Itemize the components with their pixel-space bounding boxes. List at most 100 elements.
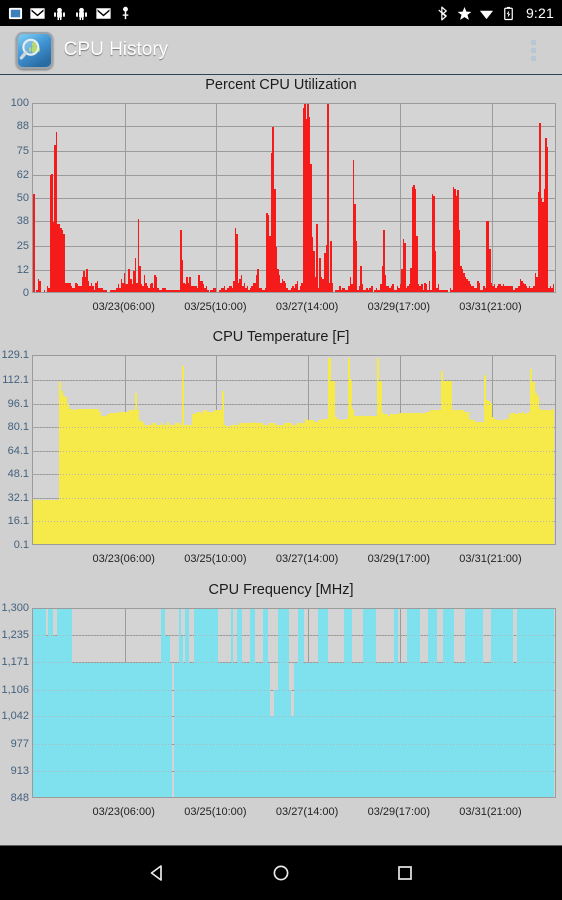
horizontal-gridline-overlay	[33, 450, 555, 452]
horizontal-gridline-overlay	[33, 635, 555, 637]
bar	[105, 290, 108, 292]
gmail-icon	[30, 7, 45, 19]
x-axis-tick-label: 03/29(17:00)	[367, 553, 430, 565]
overflow-dot	[531, 47, 536, 53]
x-axis-tick-label: 03/25(10:00)	[184, 553, 247, 565]
horizontal-gridline-overlay	[33, 689, 555, 691]
recents-square-icon	[398, 866, 412, 880]
bar	[207, 290, 209, 292]
horizontal-gridline-overlay	[33, 716, 555, 718]
plot-area	[32, 103, 556, 293]
horizontal-gridline-overlay	[33, 521, 555, 523]
y-axis-tick-label: 16.1	[7, 515, 29, 528]
horizontal-gridline-overlay	[33, 497, 555, 499]
status-bar-clock: 9:21	[525, 5, 554, 21]
horizontal-gridline-overlay	[33, 662, 555, 664]
bar	[33, 194, 35, 292]
bar	[370, 286, 373, 292]
overflow-dot	[531, 55, 536, 61]
status-bar-system-icons: 9:21	[435, 5, 554, 21]
bar	[169, 662, 172, 797]
horizontal-gridline-overlay	[33, 770, 555, 772]
status-bar-notification-icons	[8, 6, 435, 21]
y-axis-tick-label: 0	[22, 287, 29, 299]
bar	[551, 408, 554, 544]
back-button[interactable]	[134, 850, 180, 896]
y-axis-tick-label: 25	[16, 239, 29, 252]
y-axis-tick-label: 64.1	[7, 444, 29, 457]
overflow-menu-button[interactable]	[525, 34, 542, 67]
screenshot-icon	[8, 7, 23, 19]
bar	[214, 288, 217, 292]
x-axis-tick-label: 03/29(17:00)	[367, 806, 430, 818]
x-axis-tick-label: 03/23(06:00)	[92, 553, 155, 565]
overflow-dot	[531, 39, 536, 45]
horizontal-gridline-overlay	[33, 608, 555, 609]
star-icon	[457, 6, 472, 20]
horizontal-gridline-overlay	[33, 380, 555, 382]
back-triangle-icon	[150, 865, 162, 881]
y-axis-tick-label: 1,235	[1, 629, 29, 642]
y-axis-tick-label: 913	[10, 764, 29, 777]
x-axis-tick-label: 03/27(14:00)	[275, 301, 339, 313]
gmail-icon	[96, 7, 111, 19]
bar	[39, 280, 41, 292]
y-axis-tick-label: 1,042	[1, 710, 29, 723]
cpu-history-app-icon[interactable]	[15, 31, 53, 69]
x-axis-tick-label: 03/29(17:00)	[367, 301, 430, 313]
bar	[327, 104, 329, 292]
chart-title: CPU Temperature [F]	[212, 329, 350, 345]
bar	[446, 290, 449, 292]
horizontal-gridline-overlay	[33, 355, 555, 356]
chart-cpu-temperature: CPU Temperature [F] 0.1 16.1 32.1 48.1 64.1 80…	[0, 327, 562, 575]
x-axis-tick-label: 03/31(21:00)	[459, 301, 522, 313]
y-axis-tick-label: 75	[16, 144, 29, 157]
bluetooth-icon	[438, 6, 447, 20]
horizontal-gridline-overlay	[33, 403, 555, 405]
wifi-icon	[479, 10, 493, 19]
x-axis-tick-label: 03/31(21:00)	[459, 806, 522, 818]
y-axis-tick-label: 100	[10, 97, 29, 109]
recents-button[interactable]	[382, 850, 428, 896]
y-axis-tick-label: 1,171	[1, 656, 29, 669]
horizontal-gridline-overlay	[33, 743, 555, 745]
horizontal-gridline-overlay	[33, 474, 555, 476]
y-axis-tick-label: 62	[16, 169, 29, 182]
x-axis-tick-label: 03/31(21:00)	[459, 553, 522, 565]
x-axis-tick-label: 03/25(10:00)	[184, 301, 247, 313]
y-axis-tick-label: 12	[16, 264, 29, 277]
android-navigation-bar	[0, 845, 562, 900]
y-axis-tick-label: 848	[10, 792, 29, 804]
x-axis-tick-label: 03/27(14:00)	[275, 806, 339, 818]
y-axis-tick-label: 88	[16, 119, 29, 132]
y-axis-tick-label: 129.1	[1, 349, 29, 361]
battery-charging-icon	[504, 6, 513, 20]
chart-title: CPU Frequency [MHz]	[208, 582, 354, 598]
status-bar: 9:21	[0, 0, 562, 26]
horizontal-gridline-overlay	[33, 427, 555, 429]
home-button[interactable]	[258, 850, 304, 896]
y-axis-tick-label: 48.1	[7, 468, 29, 481]
bar	[552, 284, 555, 292]
x-axis-tick-label: 03/23(06:00)	[92, 806, 155, 818]
page-title: CPU History	[63, 39, 169, 60]
y-axis-tick-label: 1,300	[1, 602, 29, 614]
chart-cpu-frequency: CPU Frequency [MHz] 848 913 977 1,042 1,106 1,…	[0, 580, 562, 828]
charts-container: Percent CPU Utilization 0 12 25 38 50 62 75 88 10…	[0, 75, 562, 845]
bar	[404, 243, 406, 292]
bar-series	[33, 104, 555, 292]
cpu-history-screen: 9:21 ‹ CPU History Percent CPU Utilizati…	[0, 0, 562, 900]
y-axis-tick-label: 112.1	[2, 374, 29, 387]
y-axis-tick-label: 96.1	[7, 397, 29, 410]
x-axis-tick-label: 03/25(10:00)	[184, 806, 247, 818]
y-axis-tick-label: 977	[10, 737, 29, 750]
chart-percent-cpu-utilization: Percent CPU Utilization 0 12 25 38 50 62 75 88 10…	[0, 75, 562, 323]
y-axis-tick-label: 1,106	[1, 683, 29, 696]
usb-icon	[122, 6, 129, 19]
bar	[331, 282, 334, 292]
y-axis-tick-label: 38	[16, 214, 29, 227]
bar	[434, 250, 437, 292]
y-axis-tick-label: 50	[16, 192, 29, 204]
y-axis-tick-label: 80.1	[7, 421, 29, 434]
back-chevron-icon[interactable]: ‹	[0, 42, 16, 59]
